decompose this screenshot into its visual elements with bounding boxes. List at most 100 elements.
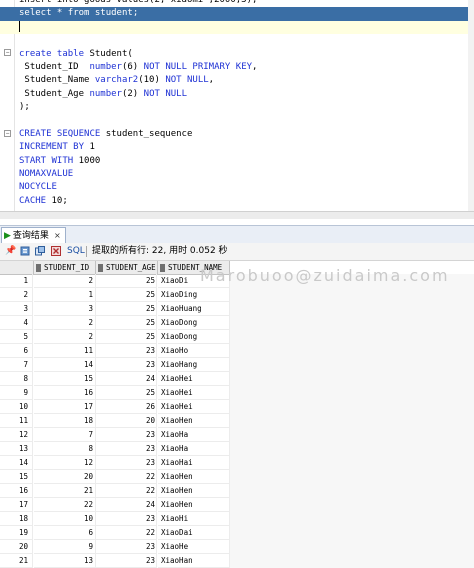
cell-student-age[interactable]: 22 <box>96 526 157 540</box>
cell-student-id[interactable]: 9 <box>34 540 96 554</box>
cell-student-name[interactable]: XiaoHei <box>158 386 230 400</box>
close-tab-icon[interactable]: × <box>54 231 61 240</box>
code-line[interactable]: INCREMENT BY 1 <box>19 141 474 154</box>
cell-student-id[interactable]: 16 <box>34 386 96 400</box>
cell-student-age[interactable]: 25 <box>96 316 157 330</box>
cell-student-name[interactable]: XiaoHo <box>158 344 230 358</box>
fold-toggle-icon[interactable]: − <box>4 49 11 56</box>
cell-student-name[interactable]: XiaoHen <box>158 414 230 428</box>
cell-student-id[interactable]: 15 <box>34 372 96 386</box>
cell-student-id[interactable]: 11 <box>34 344 96 358</box>
column-header-student-id[interactable]: STUDENT_ID <box>34 261 96 275</box>
code-line[interactable]: Student_ID number(6) NOT NULL PRIMARY KE… <box>19 61 474 74</box>
row-number[interactable]: 4 <box>0 316 33 330</box>
cell-student-age[interactable]: 25 <box>96 274 157 288</box>
row-number[interactable]: 11 <box>0 414 33 428</box>
cell-student-id[interactable]: 10 <box>34 512 96 526</box>
cell-student-id[interactable]: 14 <box>34 358 96 372</box>
cell-student-id[interactable]: 21 <box>34 484 96 498</box>
cell-student-name[interactable]: XiaoHen <box>158 484 230 498</box>
cell-student-age[interactable]: 23 <box>96 456 157 470</box>
cell-student-id[interactable]: 3 <box>34 302 96 316</box>
table-row[interactable]: 11 18 20 XiaoHen <box>0 414 230 428</box>
cell-student-age[interactable]: 25 <box>96 288 157 302</box>
cell-student-id[interactable]: 22 <box>34 498 96 512</box>
cell-student-id[interactable]: 12 <box>34 456 96 470</box>
cell-student-id[interactable]: 20 <box>34 470 96 484</box>
cell-student-age[interactable]: 24 <box>96 372 157 386</box>
row-number[interactable]: 6 <box>0 344 33 358</box>
table-row[interactable]: 13 8 23 XiaoHa <box>0 442 230 456</box>
table-row[interactable]: 12 7 23 XiaoHa <box>0 428 230 442</box>
cell-student-age[interactable]: 20 <box>96 414 157 428</box>
cell-student-name[interactable]: XiaoDong <box>158 330 230 344</box>
cell-student-name[interactable]: XiaoHei <box>158 400 230 414</box>
cell-student-name[interactable]: XiaoHan <box>158 554 230 568</box>
row-number[interactable]: 17 <box>0 498 33 512</box>
table-row[interactable]: 17 22 24 XiaoHen <box>0 498 230 512</box>
cell-student-age[interactable]: 23 <box>96 554 157 568</box>
row-number[interactable]: 8 <box>0 372 33 386</box>
cell-student-name[interactable]: XiaoHe <box>158 540 230 554</box>
cell-student-id[interactable]: 18 <box>34 414 96 428</box>
cell-student-age[interactable]: 23 <box>96 512 157 526</box>
code-line[interactable]: CREATE SEQUENCE student_sequence <box>19 128 474 141</box>
row-number[interactable]: 10 <box>0 400 33 414</box>
code-line[interactable]: Student_Name varchar2(10) NOT NULL, <box>19 74 474 87</box>
cell-student-name[interactable]: XiaoHen <box>158 470 230 484</box>
cell-student-age[interactable]: 22 <box>96 470 157 484</box>
table-row[interactable]: 15 20 22 XiaoHen <box>0 470 230 484</box>
table-row[interactable]: 20 9 23 XiaoHe <box>0 540 230 554</box>
refresh-icon[interactable] <box>20 246 30 256</box>
cell-student-age[interactable]: 25 <box>96 302 157 316</box>
pin-icon[interactable]: 📌 <box>5 246 16 256</box>
table-row[interactable]: 7 14 23 XiaoHang <box>0 358 230 372</box>
tab-query-result[interactable]: ▶ 查询结果 × <box>1 227 66 243</box>
table-row[interactable]: 8 15 24 XiaoHei <box>0 372 230 386</box>
cell-student-age[interactable]: 26 <box>96 400 157 414</box>
code-line[interactable]: START WITH 1000 <box>19 155 474 168</box>
cell-student-age[interactable]: 23 <box>96 442 157 456</box>
cell-student-age[interactable]: 25 <box>96 386 157 400</box>
table-row[interactable]: 5 2 25 XiaoDong <box>0 330 230 344</box>
editor-horizontal-scrollbar[interactable] <box>0 211 474 219</box>
row-number[interactable]: 14 <box>0 456 33 470</box>
cell-student-name[interactable]: XiaoHen <box>158 498 230 512</box>
cell-student-age[interactable]: 23 <box>96 540 157 554</box>
export-icon[interactable] <box>35 246 45 256</box>
row-number[interactable]: 21 <box>0 554 33 568</box>
code-line[interactable] <box>19 34 474 47</box>
table-row[interactable]: 1 2 25 XiaoDi <box>0 274 230 288</box>
delete-icon[interactable] <box>51 246 61 256</box>
cell-student-name[interactable]: XiaoHa <box>158 428 230 442</box>
cell-student-age[interactable]: 24 <box>96 498 157 512</box>
cell-student-name[interactable]: XiaoHai <box>158 456 230 470</box>
table-row[interactable]: 9 16 25 XiaoHei <box>0 386 230 400</box>
cell-student-id[interactable]: 2 <box>34 330 96 344</box>
cell-student-age[interactable]: 25 <box>96 330 157 344</box>
code-line[interactable]: Student_Age number(2) NOT NULL <box>19 88 474 101</box>
code-line[interactable] <box>19 115 474 128</box>
code-line[interactable]: create table Student( <box>19 48 474 61</box>
table-row[interactable]: 16 21 22 XiaoHen <box>0 484 230 498</box>
cell-student-name[interactable]: XiaoDai <box>158 526 230 540</box>
row-number[interactable]: 19 <box>0 526 33 540</box>
row-number[interactable]: 7 <box>0 358 33 372</box>
code-line[interactable]: ); <box>19 101 474 114</box>
code-line[interactable] <box>0 20 474 35</box>
table-row[interactable]: 19 6 22 XiaoDai <box>0 526 230 540</box>
editor-vertical-scrollbar[interactable] <box>468 0 474 219</box>
cell-student-id[interactable]: 17 <box>34 400 96 414</box>
cell-student-age[interactable]: 23 <box>96 344 157 358</box>
row-number[interactable]: 12 <box>0 428 33 442</box>
cell-student-name[interactable]: XiaoHei <box>158 372 230 386</box>
cell-student-name[interactable]: XiaoHang <box>158 358 230 372</box>
cell-student-id[interactable]: 8 <box>34 442 96 456</box>
code-line[interactable]: insert into goods values(2,'xiaomi',2000… <box>19 0 474 7</box>
cell-student-id[interactable]: 2 <box>34 274 96 288</box>
code-line[interactable]: NOCYCLE <box>19 181 474 194</box>
cell-student-name[interactable]: XiaoHa <box>158 442 230 456</box>
table-row[interactable]: 10 17 26 XiaoHei <box>0 400 230 414</box>
cell-student-id[interactable]: 7 <box>34 428 96 442</box>
sql-button[interactable]: SQL <box>67 243 85 260</box>
